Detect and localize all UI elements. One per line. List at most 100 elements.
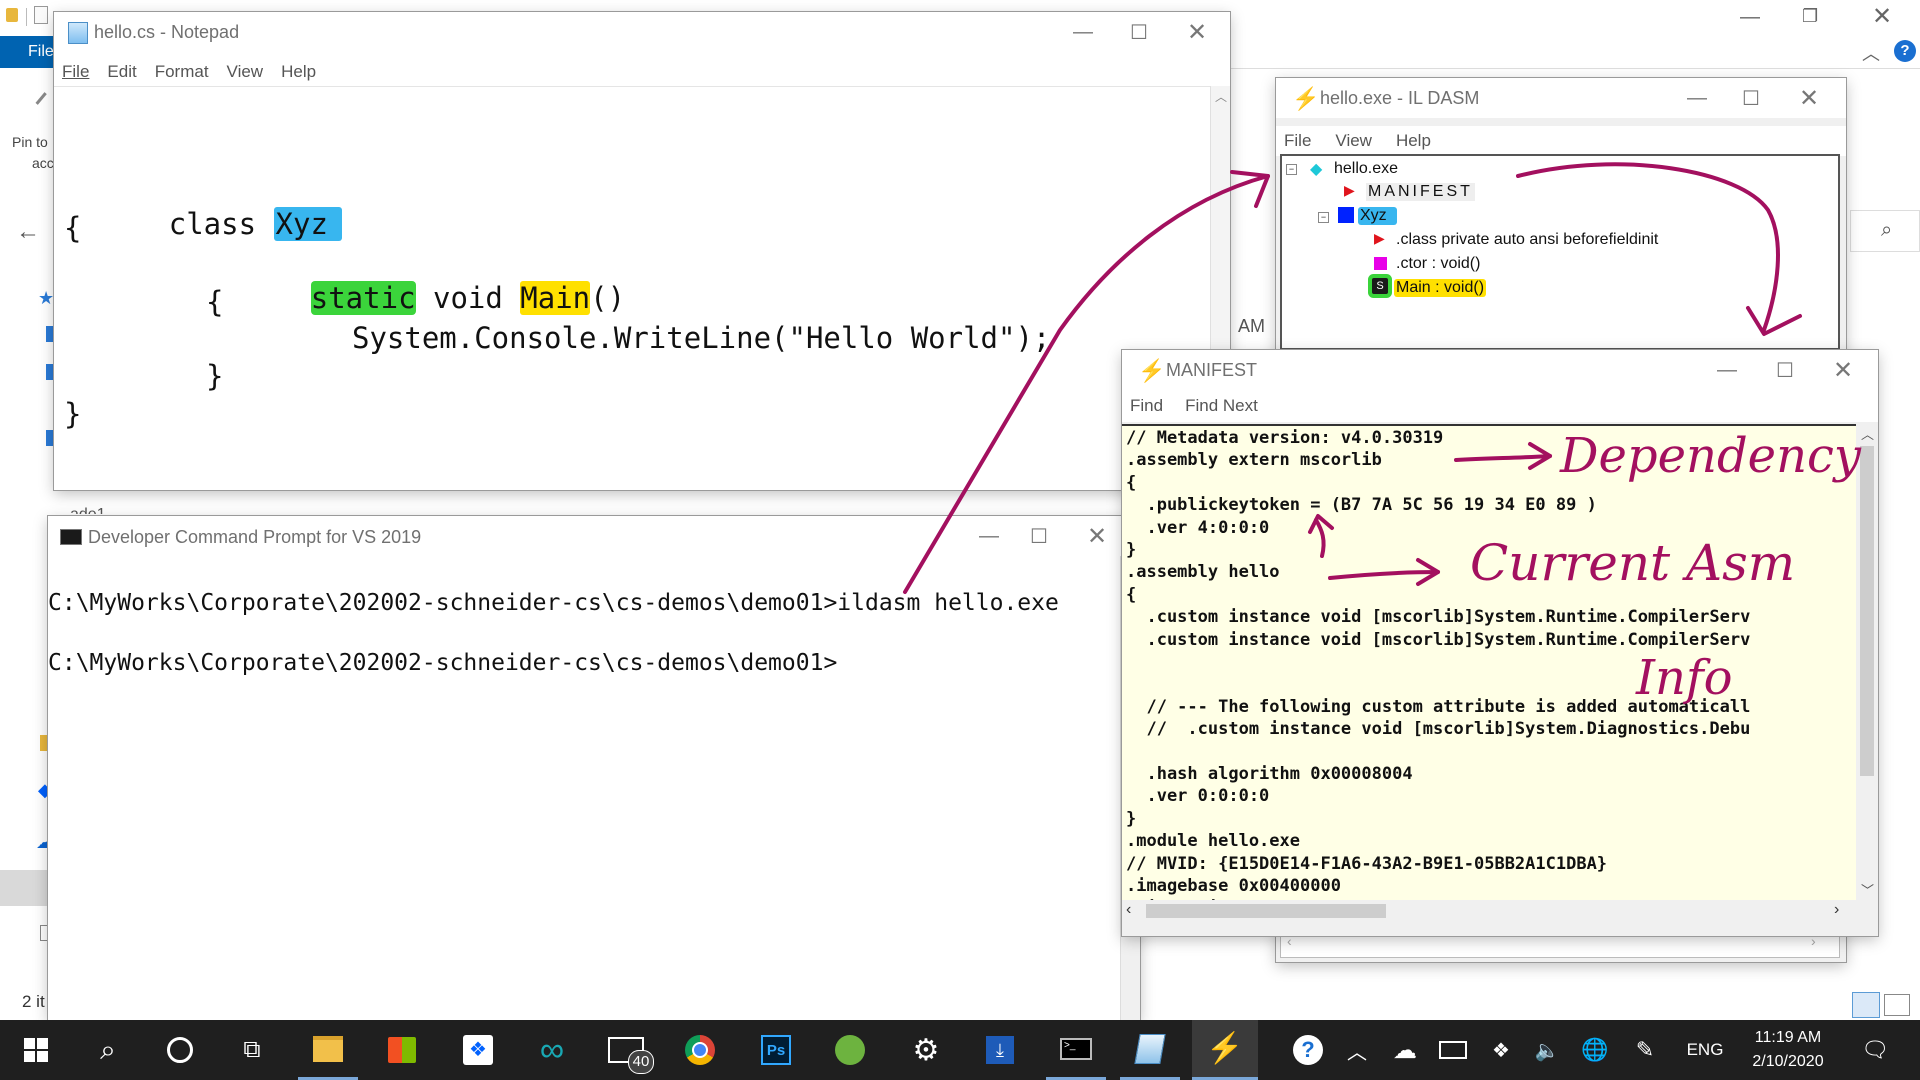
collapse-icon[interactable]: − (1318, 212, 1329, 223)
notepad-maximize-button[interactable]: ☐ (1112, 12, 1166, 52)
menu-edit[interactable]: Edit (107, 62, 136, 82)
view-details-icon[interactable] (1852, 992, 1880, 1018)
nav-folder-icon[interactable] (46, 364, 54, 380)
file-list-fragment: ade1 (70, 506, 106, 514)
taskbar-visual-studio[interactable]: ⤓ (970, 1020, 1030, 1080)
ildasm-menu-view[interactable]: View (1335, 126, 1372, 156)
explorer-search-box[interactable]: ⌕ (1850, 210, 1920, 252)
scroll-left-icon[interactable]: ‹ (1126, 901, 1131, 919)
code-keyword-static: static (310, 281, 416, 315)
taskbar-notepad[interactable] (1120, 1020, 1180, 1080)
tree-item-ctor[interactable]: .ctor : void() (1396, 255, 1480, 273)
search-button[interactable]: ⌕ (78, 1020, 138, 1080)
taskbar-file-explorer[interactable] (298, 1020, 358, 1080)
tray-pen[interactable]: ✎ (1628, 1020, 1662, 1080)
taskbar-settings[interactable]: ⚙ (896, 1020, 956, 1080)
scroll-up-icon[interactable]: ︿ (1215, 88, 1227, 105)
nav-folder-icon[interactable] (46, 430, 54, 446)
manifest-vertical-scrollbar[interactable]: ︿ ﹀ (1856, 424, 1878, 900)
tray-battery[interactable] (1436, 1020, 1470, 1080)
ildasm-tree-view[interactable]: − ◆ hello.exe ▶ MANIFEST − Xyz ▶ .class … (1280, 154, 1840, 350)
tray-onedrive[interactable]: ☁ (1388, 1020, 1422, 1080)
tray-action-center[interactable]: 🗨 (1850, 1020, 1900, 1080)
tree-item-manifest[interactable]: MANIFEST (1366, 183, 1475, 201)
tray-dropbox[interactable]: ❖ (1484, 1020, 1518, 1080)
tree-item-class-info[interactable]: .class private auto ansi beforefieldinit (1396, 231, 1658, 249)
tree-item-main[interactable]: Main : void() (1394, 279, 1487, 297)
scroll-right-icon[interactable]: › (1834, 901, 1839, 919)
tray-network[interactable]: 🌐 (1578, 1020, 1612, 1080)
manifest-minimize-button[interactable]: — (1700, 350, 1754, 390)
ildasm-minimize-button[interactable]: — (1670, 78, 1724, 118)
help-icon[interactable]: ? (1894, 40, 1916, 62)
taskbar-dropbox[interactable]: ❖ (448, 1020, 508, 1080)
search-icon: ⌕ (1881, 219, 1893, 241)
restore-icon[interactable]: ❐ (1802, 6, 1818, 27)
taskbar-store[interactable] (372, 1020, 432, 1080)
manifest-horizontal-scrollbar[interactable]: ‹ › (1122, 900, 1856, 922)
cmd-console[interactable]: C:\MyWorks\Corporate\202002-schneider-cs… (48, 556, 1120, 1020)
chevron-up-icon[interactable]: ︿ (1862, 40, 1880, 66)
menu-view[interactable]: View (227, 62, 264, 82)
taskbar-ildasm[interactable]: ⚡ (1192, 1020, 1258, 1080)
dropbox-icon: ❖ (1492, 1039, 1510, 1062)
scrollbar-thumb[interactable] (1146, 904, 1386, 918)
scroll-up-icon[interactable]: ︿ (1861, 424, 1874, 443)
nav-selected-row[interactable] (0, 870, 50, 906)
taskbar-arduino[interactable]: ∞ (522, 1020, 582, 1080)
view-tiles-icon[interactable] (1884, 994, 1910, 1016)
code-line: System.Console.WriteLine("Hello World"); (352, 321, 1051, 355)
cmd-maximize-button[interactable]: ☐ (1012, 516, 1066, 556)
cortana-button[interactable] (150, 1020, 210, 1080)
cmd-minimize-button[interactable]: — (962, 516, 1016, 556)
taskbar-spring[interactable] (820, 1020, 880, 1080)
nav-folder-icon[interactable] (46, 326, 54, 342)
explorer-file-tab[interactable]: File (0, 36, 56, 68)
star-icon[interactable]: ★ (38, 288, 54, 309)
manifest-line: .custom instance void [mscorlib]System.R… (1126, 629, 1751, 650)
manifest-text-area[interactable]: // Metadata version: v4.0.30319 .assembly… (1122, 424, 1856, 902)
task-view-button[interactable]: ⧉ (222, 1020, 282, 1080)
manifest-close-button[interactable]: ✕ (1816, 350, 1870, 390)
tray-language[interactable]: ENG (1680, 1020, 1730, 1080)
menu-file[interactable]: File (62, 62, 89, 82)
taskbar-chrome[interactable] (670, 1020, 730, 1080)
tree-item-xyz[interactable]: Xyz (1358, 207, 1397, 225)
ildasm-maximize-button[interactable]: ☐ (1724, 78, 1778, 118)
menu-find-next[interactable]: Find Next (1185, 390, 1258, 422)
annotation-current-asm: Current Asm (1470, 534, 1796, 592)
tray-clock[interactable]: 11:19 AM 2/10/2020 (1738, 1020, 1838, 1080)
menu-format[interactable]: Format (155, 62, 209, 82)
mail-badge: 40 (628, 1050, 654, 1074)
start-button[interactable] (6, 1020, 66, 1080)
manifest-maximize-button[interactable]: ☐ (1758, 350, 1812, 390)
menu-find[interactable]: Find (1130, 390, 1163, 422)
tray-help[interactable]: ? (1288, 1020, 1328, 1080)
notepad-close-button[interactable]: ✕ (1170, 12, 1224, 52)
ildasm-menu-help[interactable]: Help (1396, 126, 1431, 156)
cortana-circle-icon (167, 1037, 193, 1063)
taskbar-command-prompt[interactable]: >_ (1046, 1020, 1106, 1080)
notepad-menubar: File Edit Format View Help (54, 62, 1230, 82)
taskbar-photoshop[interactable]: Ps (746, 1020, 806, 1080)
scrollbar-thumb[interactable] (1860, 446, 1874, 776)
cmd-close-button[interactable]: ✕ (1070, 516, 1124, 556)
code-keyword-void: void (415, 281, 521, 315)
collapse-icon[interactable]: − (1286, 164, 1297, 175)
notepad-editor[interactable]: class Xyz { static void Main() { System.… (54, 86, 1210, 490)
back-arrow-icon[interactable]: ← (16, 218, 40, 246)
menu-help[interactable]: Help (281, 62, 316, 82)
manifest-line: .assembly hello (1126, 562, 1280, 583)
ildasm-close-button[interactable]: ✕ (1782, 78, 1836, 118)
command-prompt-window: Developer Command Prompt for VS 2019 — ☐… (48, 516, 1140, 1020)
scroll-down-icon[interactable]: ﹀ (1861, 880, 1874, 899)
notepad-minimize-button[interactable]: — (1056, 12, 1110, 52)
tray-show-hidden[interactable]: ︿ (1340, 1020, 1374, 1080)
tray-volume[interactable]: 🔈 (1530, 1020, 1564, 1080)
close-icon[interactable]: ✕ (1872, 2, 1892, 31)
tree-root-hello-exe[interactable]: hello.exe (1334, 160, 1398, 178)
ildasm-menu-file[interactable]: File (1284, 126, 1311, 156)
taskbar-mail[interactable]: 40 (596, 1020, 656, 1080)
pin-label-line2: acc (32, 155, 54, 171)
minimize-icon[interactable]: — (1740, 6, 1760, 29)
